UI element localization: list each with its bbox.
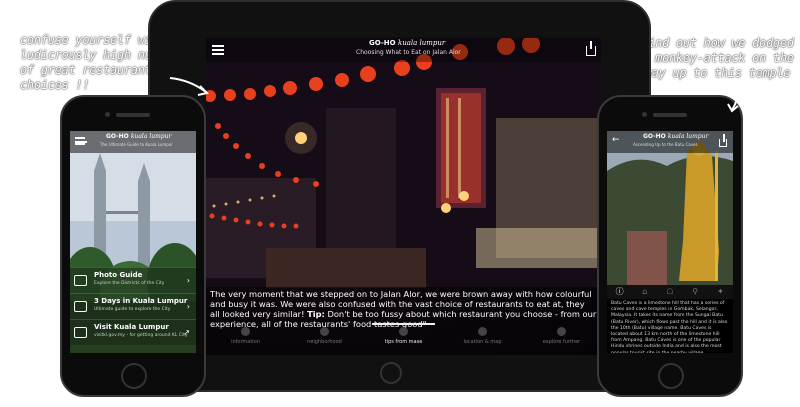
tablet-subtitle: Choosing What to Eat on Jalan Alor (356, 49, 461, 56)
lantern-street-scene (206, 38, 601, 288)
phone-left-device: GO-HO kuala lumpur The Ultimate Guide to… (60, 95, 206, 397)
phone-right-subtitle: Ascending Up to the Batu Caves (633, 142, 698, 147)
tip-label: Tip: (307, 309, 325, 319)
neighborhood-icon[interactable]: ⌂ (632, 285, 657, 299)
phone-left-top-bar: GO-HO kuala lumpur The Ultimate Guide to… (70, 131, 196, 153)
external-link-icon: ↗ (183, 328, 190, 337)
batu-caves-photo (607, 131, 733, 285)
phone-right-screen: ← GO-HO kuala lumpur Ascending Up to the… (607, 131, 733, 353)
list-item-3-days[interactable]: 3 Days in Kuala Lumpur Ultimate guide to… (70, 293, 196, 319)
neighborhood-icon (320, 327, 329, 336)
calendar-icon (74, 301, 87, 312)
share-icon[interactable] (719, 134, 727, 147)
tablet-top-bar: GO-HO kuala lumpur Choosing What to Eat … (206, 38, 601, 62)
chevron-right-icon: › (186, 302, 190, 311)
phone-right-description: Batu Caves is a limestone hill that has … (607, 299, 733, 353)
walk-icon[interactable]: ☖ (657, 285, 682, 299)
chevron-right-icon: › (186, 276, 190, 285)
tablet-home-button[interactable] (380, 362, 402, 384)
tab-explore[interactable]: explore further (522, 323, 601, 355)
map-icon (74, 275, 87, 286)
phone-home-button[interactable] (121, 363, 147, 389)
web-icon (74, 327, 87, 338)
phone-speaker (116, 113, 150, 117)
location-icon[interactable]: ⚲ (683, 285, 708, 299)
phone-home-button[interactable] (658, 363, 684, 389)
tab-neighborhood[interactable]: neighborhood (285, 323, 364, 355)
tablet-tab-bar: information neighborhood tips from mase … (206, 323, 601, 355)
tablet-screen: GO-HO kuala lumpur Choosing What to Eat … (206, 38, 601, 355)
phone-camera (105, 112, 110, 117)
menu-icon[interactable] (75, 137, 87, 145)
annotation-monkey-attack: find out how we dodged a monkey-attack o… (641, 36, 794, 80)
back-arrow-icon[interactable]: ← (612, 135, 620, 145)
app-logo: GO-HO kuala lumpur (643, 133, 709, 140)
phone-speaker (653, 113, 687, 117)
explore-icon[interactable]: ✦ (708, 285, 733, 299)
list-item-photo-guide[interactable]: Photo Guide Explore the Districts of the… (70, 267, 196, 293)
phone-left-screen: GO-HO kuala lumpur The Ultimate Guide to… (70, 131, 196, 353)
tablet-device: GO-HO kuala lumpur Choosing What to Eat … (148, 0, 651, 392)
app-logo: GO-HO kuala lumpur (106, 133, 172, 140)
phone-right-tab-bar: ⓘ ⌂ ☖ ⚲ ✦ (607, 285, 733, 299)
tips-icon (399, 327, 408, 336)
phone-left-menu-list: Photo Guide Explore the Districts of the… (70, 267, 196, 345)
tab-location-map[interactable]: location & map (443, 323, 522, 355)
tab-tips[interactable]: tips from mase (364, 323, 443, 355)
info-icon (241, 327, 250, 336)
phone-right-top-bar: ← GO-HO kuala lumpur Ascending Up to the… (607, 131, 733, 153)
explore-icon (557, 327, 566, 336)
info-icon[interactable]: ⓘ (607, 285, 632, 299)
phone-right-device: ← GO-HO kuala lumpur Ascending Up to the… (597, 95, 743, 397)
app-logo: GO-HO kuala lumpur (369, 39, 446, 47)
tab-information[interactable]: information (206, 323, 285, 355)
share-icon[interactable] (586, 41, 596, 56)
menu-icon[interactable] (212, 45, 224, 55)
phone-left-subtitle: The Ultimate Guide to Kuala Lumpur (100, 142, 173, 147)
location-icon (478, 327, 487, 336)
list-item-visit-kl[interactable]: Visit Kuala Lumpur visitkl.gov.my - for … (70, 319, 196, 345)
phone-camera (642, 112, 647, 117)
